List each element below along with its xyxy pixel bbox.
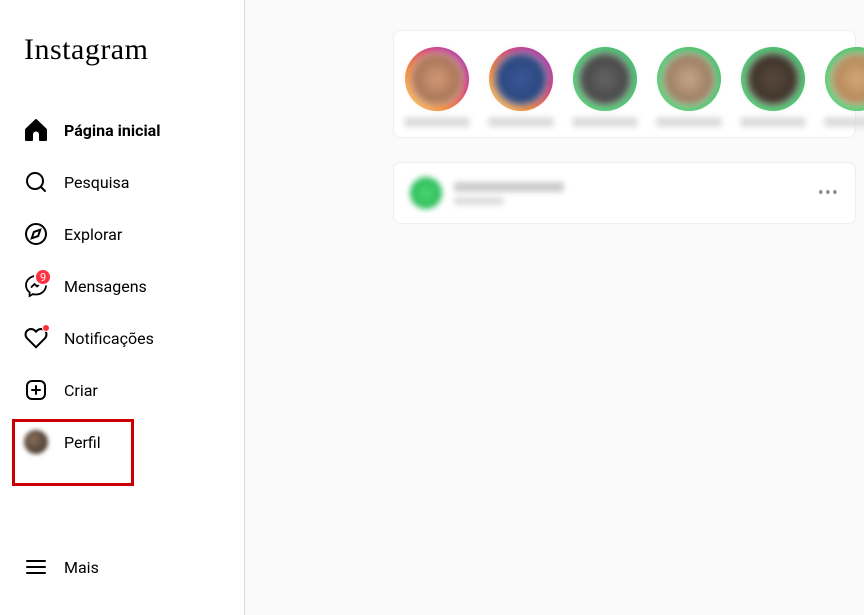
story-ring (657, 47, 721, 111)
story-username-blurred (740, 117, 806, 127)
sidebar-item-explore[interactable]: Explorar (12, 210, 232, 258)
story-avatar (829, 51, 864, 107)
story-username-blurred (656, 117, 722, 127)
notification-dot (42, 324, 50, 332)
compass-icon (24, 222, 48, 246)
story-avatar (493, 51, 549, 107)
story-item[interactable] (572, 47, 638, 127)
story-item[interactable] (656, 47, 722, 127)
story-ring (825, 47, 864, 111)
sidebar-item-home[interactable]: Página inicial (12, 106, 232, 154)
sidebar-item-notifications[interactable]: Notificações (12, 314, 232, 362)
post-subtext-blurred (454, 197, 504, 205)
stories-tray (393, 30, 856, 138)
story-username-blurred (488, 117, 554, 127)
hamburger-icon (24, 555, 48, 579)
post-header: ••• (393, 162, 856, 224)
story-item[interactable] (404, 47, 470, 127)
story-item[interactable] (824, 47, 864, 127)
messenger-icon: 9 (24, 274, 48, 298)
story-avatar (577, 51, 633, 107)
story-username-blurred (572, 117, 638, 127)
post-more-button[interactable]: ••• (818, 183, 839, 204)
main-feed: ••• (245, 0, 864, 615)
story-ring (741, 47, 805, 111)
story-ring (405, 47, 469, 111)
story-avatar (409, 51, 465, 107)
logo-text: Instagram (24, 33, 220, 67)
sidebar-item-label: Pesquisa (64, 173, 130, 192)
story-ring (489, 47, 553, 111)
post-author-info[interactable] (454, 182, 818, 205)
sidebar-item-more[interactable]: Mais (12, 543, 232, 591)
messages-badge: 9 (34, 268, 52, 286)
story-avatar (661, 51, 717, 107)
sidebar-item-label: Criar (64, 381, 98, 400)
post-username-blurred (454, 182, 564, 192)
story-ring (573, 47, 637, 111)
post-author-avatar[interactable] (410, 177, 442, 209)
sidebar-item-messages[interactable]: 9 Mensagens (12, 262, 232, 310)
profile-avatar-icon (24, 430, 48, 454)
sidebar-item-search[interactable]: Pesquisa (12, 158, 232, 206)
story-username-blurred (824, 117, 864, 127)
story-item[interactable] (488, 47, 554, 127)
nav-list: Página inicial Pesquisa Explorar 9 Mensa… (12, 102, 232, 539)
story-avatar (745, 51, 801, 107)
logo[interactable]: Instagram (12, 8, 232, 83)
sidebar-item-label: Notificações (64, 329, 154, 348)
story-item[interactable] (740, 47, 806, 127)
sidebar-item-label: Mensagens (64, 277, 147, 296)
sidebar-item-profile[interactable]: Perfil (12, 418, 232, 466)
heart-icon (24, 326, 48, 350)
sidebar-item-label: Mais (64, 558, 99, 577)
sidebar-item-label: Página inicial (64, 121, 160, 140)
search-icon (24, 170, 48, 194)
sidebar-item-label: Explorar (64, 225, 122, 244)
plus-square-icon (24, 378, 48, 402)
sidebar-item-label: Perfil (64, 433, 101, 452)
story-username-blurred (404, 117, 470, 127)
home-icon (24, 118, 48, 142)
sidebar: Instagram Página inicial Pesquisa Explor… (0, 0, 245, 615)
sidebar-item-create[interactable]: Criar (12, 366, 232, 414)
